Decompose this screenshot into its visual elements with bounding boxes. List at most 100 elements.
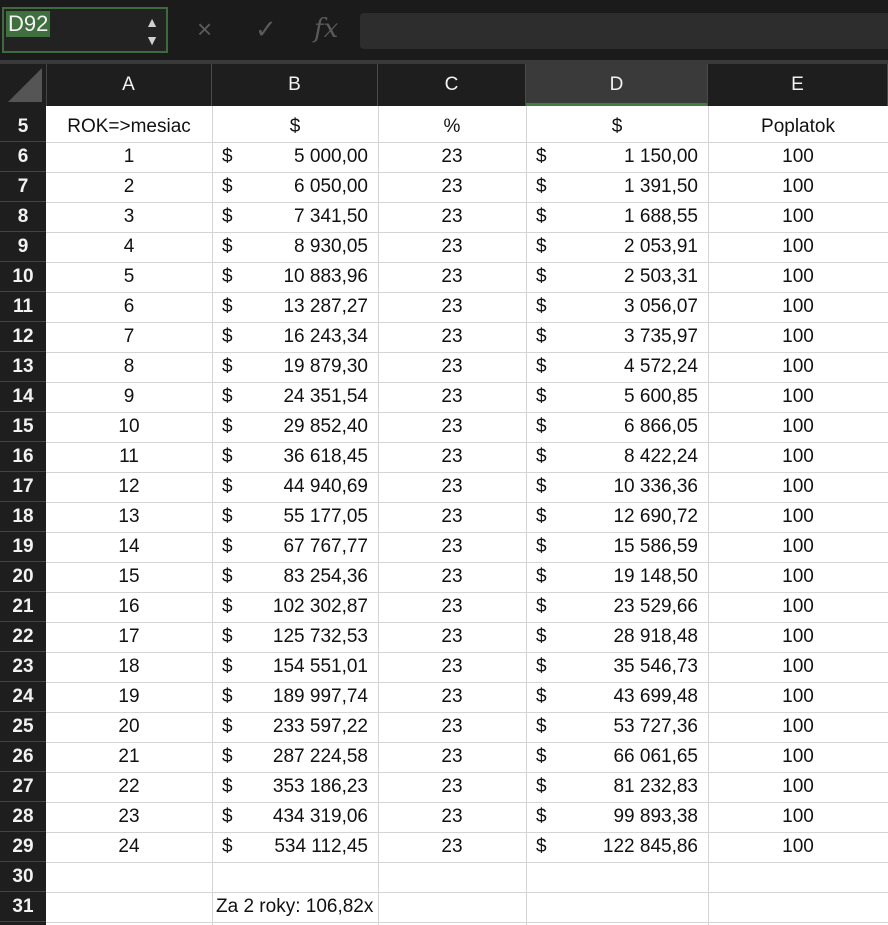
row-header[interactable]: 28 (0, 802, 46, 832)
cell-year[interactable]: 10 (46, 412, 212, 442)
cell-year[interactable]: 13 (46, 502, 212, 532)
cell-fee[interactable]: 100 (708, 352, 888, 382)
cell-year[interactable]: 18 (46, 652, 212, 682)
cell-d-amount[interactable]: 53 727,36 (560, 712, 698, 742)
cell-b-amount[interactable]: 13 287,27 (246, 292, 368, 322)
row-header[interactable]: 30 (0, 862, 46, 892)
row-header[interactable]: 31 (0, 892, 46, 922)
cell-b-amount[interactable]: 5 000,00 (246, 142, 368, 172)
cell-year[interactable]: 12 (46, 472, 212, 502)
cell-b-amount[interactable]: 534 112,45 (246, 832, 368, 862)
cell-b-amount[interactable]: 8 930,05 (246, 232, 368, 262)
cell-fee[interactable]: 100 (708, 322, 888, 352)
cell-fee[interactable]: 100 (708, 802, 888, 832)
header-cell-e[interactable]: Poplatok (708, 112, 888, 142)
cell-year[interactable]: 5 (46, 262, 212, 292)
cell-year[interactable]: 11 (46, 442, 212, 472)
row-header[interactable]: 19 (0, 532, 46, 562)
cancel-icon[interactable]: × (197, 14, 212, 44)
cell-d-amount[interactable]: 43 699,48 (560, 682, 698, 712)
cell-b-amount[interactable]: 353 186,23 (246, 772, 368, 802)
cell-fee[interactable]: 100 (708, 232, 888, 262)
column-header-e[interactable]: E (708, 64, 888, 106)
select-all-corner[interactable] (0, 64, 47, 106)
cell-b-amount[interactable]: 44 940,69 (246, 472, 368, 502)
cell-b-amount[interactable]: 36 618,45 (246, 442, 368, 472)
row-header[interactable]: 10 (0, 262, 46, 292)
cell-percent[interactable]: 23 (378, 142, 526, 172)
cell-fee[interactable]: 100 (708, 292, 888, 322)
cell-year[interactable]: 23 (46, 802, 212, 832)
cell-fee[interactable]: 100 (708, 142, 888, 172)
cell-d-amount[interactable]: 8 422,24 (560, 442, 698, 472)
cell-d-amount[interactable]: 1 688,55 (560, 202, 698, 232)
cell-year[interactable]: 16 (46, 592, 212, 622)
cell-d-amount[interactable]: 66 061,65 (560, 742, 698, 772)
cell-d-amount[interactable]: 12 690,72 (560, 502, 698, 532)
cell-d-amount[interactable]: 2 053,91 (560, 232, 698, 262)
cell-d-amount[interactable]: 1 391,50 (560, 172, 698, 202)
cell-b-amount[interactable]: 55 177,05 (246, 502, 368, 532)
header-cell-c[interactable]: % (378, 112, 526, 142)
row-header[interactable]: 16 (0, 442, 46, 472)
row-header[interactable]: 25 (0, 712, 46, 742)
cell-percent[interactable]: 23 (378, 832, 526, 862)
spinner-up-icon[interactable]: ▲ (142, 13, 162, 31)
cell-d-amount[interactable]: 6 866,05 (560, 412, 698, 442)
cell-b-amount[interactable]: 16 243,34 (246, 322, 368, 352)
cell-percent[interactable]: 23 (378, 262, 526, 292)
cell-percent[interactable]: 23 (378, 652, 526, 682)
cell-percent[interactable]: 23 (378, 202, 526, 232)
cell-year[interactable]: 6 (46, 292, 212, 322)
cell-fee[interactable]: 100 (708, 592, 888, 622)
name-box-value[interactable]: D92 (6, 11, 51, 37)
cell-d-amount[interactable]: 3 735,97 (560, 322, 698, 352)
cell-fee[interactable]: 100 (708, 742, 888, 772)
cell-year[interactable]: 7 (46, 322, 212, 352)
cell-d-amount[interactable]: 99 893,38 (560, 802, 698, 832)
row-header[interactable]: 7 (0, 172, 46, 202)
header-cell-a[interactable]: ROK=>mesiac (46, 112, 212, 142)
function-icon[interactable]: fx (314, 14, 338, 44)
cell-percent[interactable]: 23 (378, 412, 526, 442)
cell-year[interactable]: 1 (46, 142, 212, 172)
header-cell-b[interactable]: $ (212, 112, 378, 142)
column-header-a[interactable]: A (46, 64, 212, 106)
column-header-c[interactable]: C (378, 64, 526, 106)
confirm-icon[interactable]: ✓ (255, 14, 277, 44)
cell-d-amount[interactable]: 19 148,50 (560, 562, 698, 592)
cell-year[interactable]: 3 (46, 202, 212, 232)
cell-fee[interactable]: 100 (708, 532, 888, 562)
spinner-down-icon[interactable]: ▼ (142, 31, 162, 49)
cell-fee[interactable]: 100 (708, 502, 888, 532)
cell-fee[interactable]: 100 (708, 412, 888, 442)
row-header[interactable]: 23 (0, 652, 46, 682)
cell-b-amount[interactable]: 125 732,53 (246, 622, 368, 652)
cell-d-amount[interactable]: 35 546,73 (560, 652, 698, 682)
cell-percent[interactable]: 23 (378, 502, 526, 532)
cell-b-amount[interactable]: 67 767,77 (246, 532, 368, 562)
cell-fee[interactable]: 100 (708, 772, 888, 802)
cell-percent[interactable]: 23 (378, 532, 526, 562)
cell-year[interactable]: 9 (46, 382, 212, 412)
cell-year[interactable]: 4 (46, 232, 212, 262)
row-header[interactable]: 6 (0, 142, 46, 172)
cell-percent[interactable]: 23 (378, 592, 526, 622)
cell-d-amount[interactable]: 81 232,83 (560, 772, 698, 802)
cell-b-amount[interactable]: 6 050,00 (246, 172, 368, 202)
row-header[interactable]: 21 (0, 592, 46, 622)
cell-percent[interactable]: 23 (378, 172, 526, 202)
row-header[interactable]: 15 (0, 412, 46, 442)
column-header-d[interactable]: D (526, 64, 708, 106)
cell-b-amount[interactable]: 29 852,40 (246, 412, 368, 442)
cell-b-amount[interactable]: 102 302,87 (246, 592, 368, 622)
cell-fee[interactable]: 100 (708, 562, 888, 592)
cell-fee[interactable]: 100 (708, 472, 888, 502)
cell-b-amount[interactable]: 233 597,22 (246, 712, 368, 742)
cell-fee[interactable]: 100 (708, 202, 888, 232)
cell-d-amount[interactable]: 23 529,66 (560, 592, 698, 622)
sheet-grid[interactable]: ROK=>mesiac $% $ Poplatok 1 $5 000,00 23 $1 150… (46, 106, 888, 925)
cell-b-amount[interactable]: 19 879,30 (246, 352, 368, 382)
cell-year[interactable]: 17 (46, 622, 212, 652)
row-header[interactable]: 26 (0, 742, 46, 772)
